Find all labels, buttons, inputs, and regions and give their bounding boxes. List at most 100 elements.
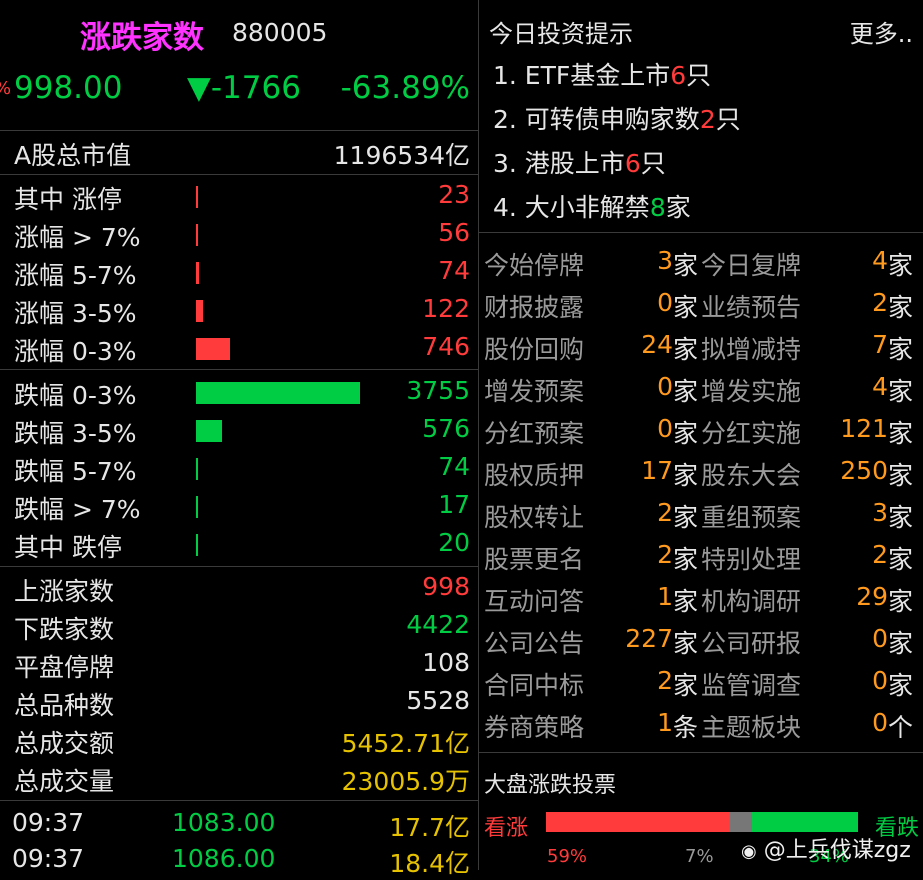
event-left-label[interactable]: 财报披露 [484,288,584,324]
event-right-label[interactable]: 增发实施 [701,372,801,408]
event-row: 公司公告 227 家公司研报 0 家 [479,618,923,660]
event-left-unit: 家 [673,545,699,574]
market-cap-value: 1196534亿 [333,141,470,170]
event-left-count[interactable]: 24 [641,330,673,359]
more-link[interactable]: 更多.. [850,14,913,49]
rise-row[interactable]: 涨幅 3-5% 122 [0,290,478,328]
fall-bar [196,382,360,404]
event-right-label[interactable]: 特别处理 [701,540,801,576]
index-code: 880005 [232,18,328,47]
index-change: ▼-1766 [187,70,301,106]
tick-amount: 17.7亿 [389,813,470,842]
event-left-count[interactable]: 1 [657,582,673,611]
fall-row[interactable]: 其中 跌停 20 [0,524,478,562]
event-right-label[interactable]: 拟增减持 [701,330,801,366]
event-left-label[interactable]: 互动问答 [484,582,584,618]
event-left-unit: 家 [673,671,699,700]
rise-row-label: 涨幅 5-7% [14,261,137,290]
event-left-label[interactable]: 股票更名 [484,540,584,576]
summary-label: 总品种数 [14,691,115,720]
fall-row-value: 74 [438,452,470,481]
event-right-unit: 个 [887,713,913,742]
event-left-unit: 家 [673,251,699,280]
event-left-label[interactable]: 分红预案 [484,414,584,450]
event-right-count[interactable]: 0 [872,624,888,653]
event-right-count[interactable]: 3 [872,498,888,527]
event-left-count[interactable]: 3 [657,246,673,275]
vote-bull-label[interactable]: 看涨 [484,810,528,842]
rise-row[interactable]: 涨幅 5-7% 74 [0,252,478,290]
event-right-label[interactable]: 分红实施 [701,414,801,450]
fall-row[interactable]: 跌幅 5-7% 74 [0,448,478,486]
tip-item[interactable]: 2. 可转债申购家数2只 [493,100,741,136]
event-right-label[interactable]: 公司研报 [701,624,801,660]
event-right-count[interactable]: 4 [872,372,888,401]
rise-row[interactable]: 涨幅 > 7% 56 [0,214,478,252]
event-left-count[interactable]: 0 [657,372,673,401]
event-left-unit: 家 [673,587,699,616]
event-left-label[interactable]: 券商策略 [484,708,584,744]
event-left-unit: 家 [673,335,699,364]
event-right-label[interactable]: 监管调查 [701,666,801,702]
event-right-label[interactable]: 今日复牌 [701,246,801,282]
watermark: ◉ @上兵伐谋zgz [741,832,911,864]
event-row: 股份回购 24 家拟增减持 7 家 [479,324,923,366]
rise-row[interactable]: 其中 涨停 23 [0,176,478,214]
tip-item[interactable]: 3. 港股上市6只 [493,144,666,180]
event-left-label[interactable]: 股权质押 [484,456,584,492]
event-right-label[interactable]: 机构调研 [701,582,801,618]
fall-row[interactable]: 跌幅 > 7% 17 [0,486,478,524]
event-right-count[interactable]: 250 [840,456,888,485]
event-left-count[interactable]: 2 [657,540,673,569]
rise-row-label: 其中 涨停 [14,185,122,214]
event-right-unit: 家 [887,503,913,532]
tick-amount: 18.4亿 [389,849,470,878]
event-right-count[interactable]: 121 [840,414,888,443]
tick-row[interactable]: 09:37 1086.00 18.4亿 [0,840,478,878]
event-left-count[interactable]: 2 [657,498,673,527]
event-left-count[interactable]: 0 [657,414,673,443]
tip-item[interactable]: 1. ETF基金上市6只 [493,56,711,92]
event-right-count[interactable]: 2 [872,540,888,569]
event-right-label[interactable]: 业绩预告 [701,288,801,324]
event-left-label[interactable]: 公司公告 [484,624,584,660]
event-left-count[interactable]: 2 [657,666,673,695]
event-left-count[interactable]: 227 [625,624,673,653]
tip-unit: 只 [686,61,712,90]
event-right-count[interactable]: 0 [872,708,888,737]
rise-row[interactable]: 涨幅 0-3% 746 [0,328,478,366]
fall-row[interactable]: 跌幅 3-5% 576 [0,410,478,448]
event-right-count[interactable]: 29 [856,582,888,611]
event-left-label[interactable]: 今始停牌 [484,246,584,282]
event-right-count[interactable]: 4 [872,246,888,275]
event-left-label[interactable]: 股权转让 [484,498,584,534]
event-left-label[interactable]: 股份回购 [484,330,584,366]
summary-label: 上涨家数 [14,577,115,606]
event-right-count[interactable]: 7 [872,330,888,359]
event-left-count[interactable]: 1 [657,708,673,737]
fall-row[interactable]: 跌幅 0-3% 3755 [0,372,478,410]
event-right-unit: 家 [887,293,913,322]
vote-bull-bar [546,812,730,832]
event-right-unit: 家 [887,587,913,616]
event-left-label[interactable]: 合同中标 [484,666,584,702]
edge-mark: % [0,78,11,99]
event-left-label[interactable]: 增发预案 [484,372,584,408]
event-right-count[interactable]: 0 [872,666,888,695]
tip-item[interactable]: 4. 大小非解禁8家 [493,188,691,224]
tick-row[interactable]: 09:37 1083.00 17.7亿 [0,804,478,842]
event-left-count[interactable]: 17 [641,456,673,485]
index-title: 涨跌家数 [80,20,204,56]
event-right-count[interactable]: 2 [872,288,888,317]
event-right-label[interactable]: 重组预案 [701,498,801,534]
event-right-label[interactable]: 主题板块 [701,708,801,744]
event-right-unit: 家 [887,251,913,280]
summary-row: 下跌家数 4422 [0,606,478,644]
event-right-label[interactable]: 股东大会 [701,456,801,492]
event-left-unit: 条 [673,713,699,742]
tip-count: 8 [649,193,666,222]
watermark-text: @上兵伐谋zgz [763,838,911,863]
summary-label: 总成交额 [14,729,115,758]
event-left-count[interactable]: 0 [657,288,673,317]
fall-bar [196,420,222,442]
